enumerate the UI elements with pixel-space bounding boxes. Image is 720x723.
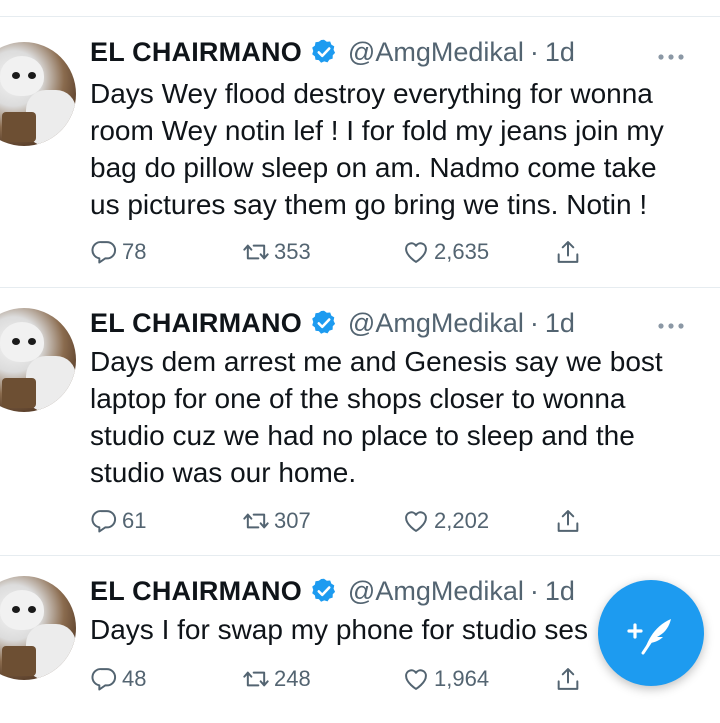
retweet-count: 353 <box>274 239 311 264</box>
tweet-text: Days dem arrest me and Genesis say we bo… <box>90 343 705 491</box>
retweet-button[interactable]: 307 <box>242 504 311 538</box>
like-count: 1,964 <box>434 666 490 691</box>
user-handle[interactable]: @AmgMedikal <box>348 308 524 339</box>
reply-count: 48 <box>122 666 147 691</box>
tweet-text-line: us pictures say them go bring we tins. N… <box>90 189 648 220</box>
share-button[interactable] <box>554 662 586 696</box>
display-name[interactable]: EL CHAIRMANO <box>90 308 302 339</box>
retweet-button[interactable]: 353 <box>242 235 311 269</box>
tweet-text-line: studio was our home. <box>90 457 357 488</box>
tweet-actions: 78 353 2,635 <box>90 235 610 269</box>
reply-count: 78 <box>122 239 147 264</box>
display-name[interactable]: EL CHAIRMANO <box>90 576 302 607</box>
retweet-icon <box>243 671 269 687</box>
tweet-text-line: studio cuz we had no place to sleep and … <box>90 420 635 451</box>
tweet[interactable]: EL CHAIRMANO @AmgMedikal · 1d Days Wey f… <box>0 17 720 288</box>
retweet-icon <box>243 513 269 529</box>
share-icon <box>557 668 579 690</box>
verified-badge-icon <box>310 577 338 605</box>
like-icon <box>405 242 427 263</box>
like-button[interactable]: 1,964 <box>402 662 489 696</box>
like-icon <box>405 511 427 532</box>
like-button[interactable]: 2,202 <box>402 504 489 538</box>
retweet-count: 307 <box>274 508 311 533</box>
more-options-icon[interactable] <box>656 318 686 329</box>
share-icon <box>557 510 579 532</box>
avatar[interactable] <box>0 308 76 412</box>
tweet-header: EL CHAIRMANO @AmgMedikal · 1d <box>90 573 575 609</box>
share-button[interactable] <box>554 235 586 269</box>
more-options-icon[interactable] <box>656 49 686 60</box>
tweet-actions: 48 248 1,964 <box>90 662 610 696</box>
tweet-text-line: Days Wey flood destroy everything for wo… <box>90 78 653 109</box>
tweet-text-line: room Wey notin lef ! I for fold my jeans… <box>90 115 664 146</box>
tweet-text-line: bag do pillow sleep on am. Nadmo come ta… <box>90 152 657 183</box>
like-count: 2,202 <box>434 508 490 533</box>
reply-icon <box>91 241 116 264</box>
timestamp[interactable]: 1d <box>545 308 575 339</box>
avatar[interactable] <box>0 576 76 680</box>
like-icon <box>405 669 427 690</box>
separator: · <box>529 307 539 338</box>
tweet-header: EL CHAIRMANO @AmgMedikal · 1d <box>90 305 575 341</box>
like-button[interactable]: 2,635 <box>402 235 489 269</box>
reply-button[interactable]: 61 <box>90 504 146 538</box>
separator: · <box>529 575 539 606</box>
avatar[interactable] <box>0 42 76 146</box>
tweet-header: EL CHAIRMANO @AmgMedikal · 1d <box>90 34 575 70</box>
timestamp[interactable]: 1d <box>545 576 575 607</box>
tweet-actions: 61 307 2,202 <box>90 504 610 538</box>
tweet[interactable]: EL CHAIRMANO @AmgMedikal · 1d Days dem a… <box>0 288 720 556</box>
compose-tweet-button[interactable] <box>598 580 704 686</box>
display-name[interactable]: EL CHAIRMANO <box>90 37 302 68</box>
tweet-text-line: Days dem arrest me and Genesis say we bo… <box>90 346 663 377</box>
reply-button[interactable]: 48 <box>90 662 146 696</box>
retweet-icon <box>243 244 269 260</box>
share-icon <box>557 241 579 263</box>
verified-badge-icon <box>310 38 338 66</box>
share-button[interactable] <box>554 504 586 538</box>
separator: · <box>529 36 539 67</box>
user-handle[interactable]: @AmgMedikal <box>348 576 524 607</box>
verified-badge-icon <box>310 309 338 337</box>
tweet-text: Days Wey flood destroy everything for wo… <box>90 75 705 223</box>
reply-button[interactable]: 78 <box>90 235 146 269</box>
timestamp[interactable]: 1d <box>545 37 575 68</box>
tweet-text-line: laptop for one of the shops closer to wo… <box>90 383 626 414</box>
reply-icon <box>91 668 116 691</box>
reply-icon <box>91 510 116 533</box>
retweet-button[interactable]: 248 <box>242 662 311 696</box>
compose-tweet-icon <box>627 619 671 655</box>
retweet-count: 248 <box>274 666 311 691</box>
like-count: 2,635 <box>434 239 490 264</box>
reply-count: 61 <box>122 508 147 533</box>
user-handle[interactable]: @AmgMedikal <box>348 37 524 68</box>
